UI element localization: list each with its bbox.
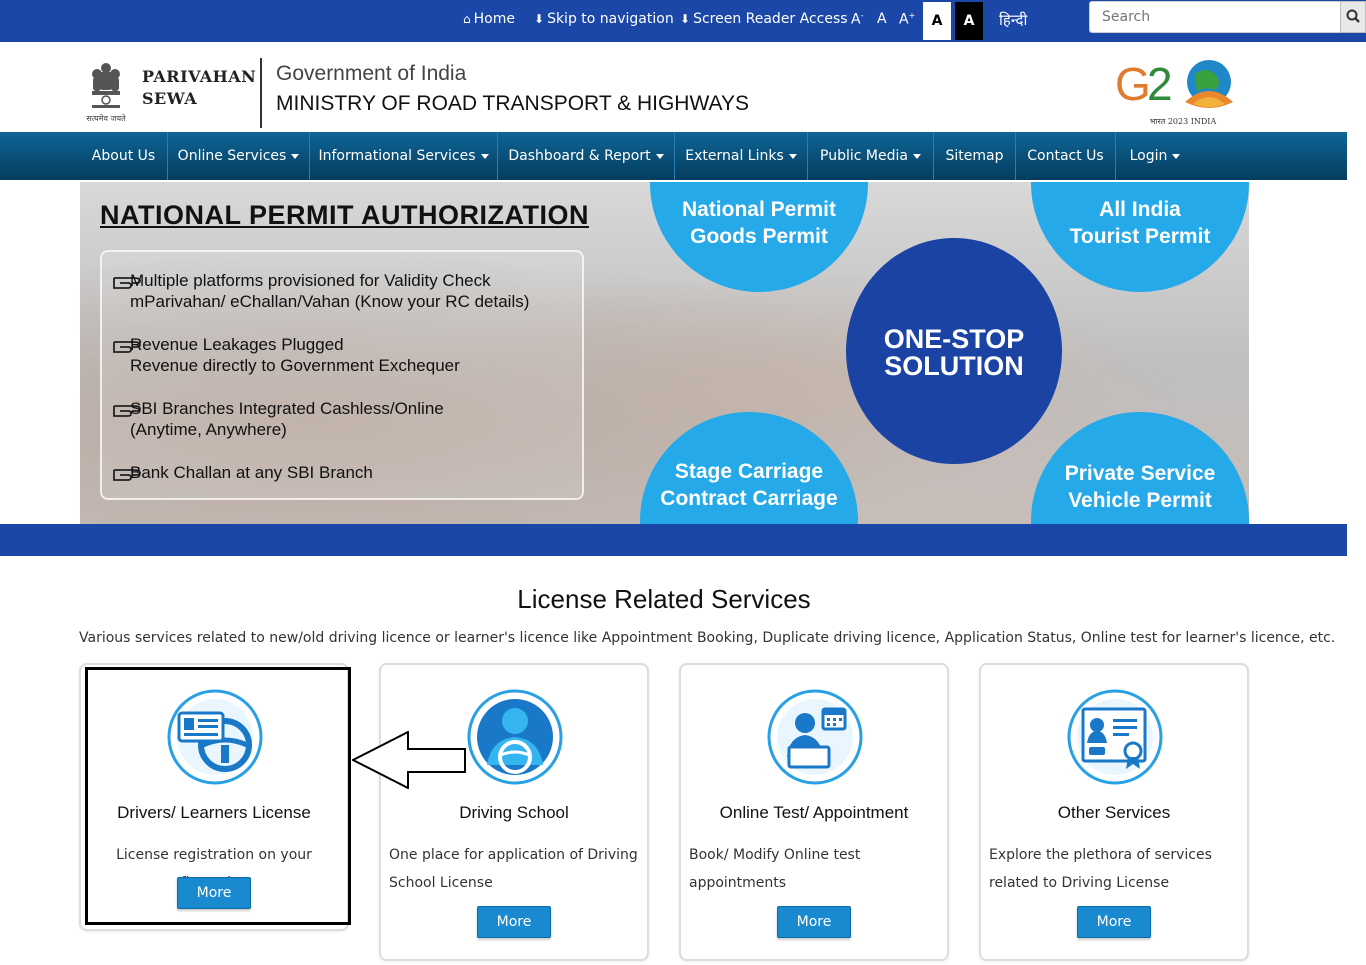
svg-text:2: 2 [1147,58,1173,110]
nav-about-us[interactable]: About Us [80,132,168,180]
caret-down-icon [912,153,921,159]
person-laptop-calendar-icon [767,689,863,785]
g20-logo: G 2 भारत 2023 INDIA [1115,58,1233,126]
banner-point: Bank Challan at any SBI Branch [130,463,373,482]
card-title: Online Test/ Appointment [719,803,909,822]
card-description: Explore the plethora of services related… [989,847,1212,891]
government-of-india-text: Government of India [276,62,467,85]
national-emblem-logo: सत्यमेव जयते [86,63,126,123]
screen-reader-access-link[interactable]: ⬇ Screen Reader Access [680,11,848,27]
banner-bottom-strip [0,524,1347,556]
caret-down-icon [480,153,489,159]
left-arrow-annotation-icon [352,731,466,789]
caret-down-icon [1172,153,1181,159]
light-theme-button[interactable]: A [923,2,951,40]
parivahan-sewa-brand[interactable]: PARIVAHAN SEWA [142,66,256,110]
nav-online-services[interactable]: Online Services [168,132,310,180]
caret-down-icon [655,153,664,159]
ministry-title: MINISTRY OF ROAD TRANSPORT & HIGHWAYS [276,92,749,115]
home-link[interactable]: ⌂ Home [463,11,515,27]
online-test-more-button[interactable]: More [777,906,851,938]
service-card-other-services: Other Services Explore the plethora of s… [979,663,1249,961]
banner-title: NATIONAL PERMIT AUTHORIZATION [100,200,589,230]
private-service-circle: Private Service Vehicle Permit [1031,412,1249,524]
nav-external-links[interactable]: External Links [675,132,808,180]
nav-login[interactable]: Login [1116,132,1194,180]
card-title: Other Services [1057,803,1171,822]
font-decrease-button[interactable]: A- [851,11,863,28]
card-description: One place for application of Driving Sch… [389,847,638,891]
service-card-driving-school: Driving School One place for application… [379,663,649,961]
hindi-language-link[interactable]: हिन्दी [999,10,1027,30]
search-button[interactable] [1340,1,1366,33]
nav-sitemap[interactable]: Sitemap [934,132,1016,180]
card-title: Driving School [459,803,569,822]
font-normal-button[interactable]: A [877,11,887,27]
nav-informational-services[interactable]: Informational Services [310,132,498,180]
svg-text:सत्यमेव जयते: सत्यमेव जयते [86,113,126,123]
banner-point: Revenue Leakages Plugged Revenue directly… [130,335,460,375]
top-utility-bar: ⌂ Home ⬇ Skip to navigation ⬇ Screen Reader… [0,0,1366,42]
arrow-down-icon: ⬇ [680,12,691,26]
caret-down-icon [788,153,797,159]
national-permit-circle: National Permit Goods Permit [650,182,868,292]
driver-steering-icon [467,689,563,785]
other-services-more-button[interactable]: More [1077,906,1151,938]
driving-school-more-button[interactable]: More [477,906,551,938]
one-stop-solution-circle: ONE-STOP SOLUTION [846,238,1062,464]
tourist-permit-circle: All India Tourist Permit [1031,182,1249,292]
section-description: Various services related to new/old driv… [79,630,1336,646]
arrow-down-icon: ⬇ [534,12,545,26]
certificate-icon [1067,689,1163,785]
skip-to-navigation-link[interactable]: ⬇ Skip to navigation [534,11,674,27]
search-icon [1346,9,1360,23]
home-icon: ⌂ [463,12,471,26]
caret-down-icon [291,153,300,159]
highlight-box [85,667,351,925]
card-description: Book/ Modify Online test appointments [689,847,861,891]
font-increase-button[interactable]: A+ [899,11,915,28]
main-navigation: About Us Online Services Informational S… [0,132,1347,180]
banner-point: Multiple platforms provisioned for Valid… [130,271,530,311]
nav-contact-us[interactable]: Contact Us [1016,132,1116,180]
hero-banner[interactable]: NATIONAL PERMIT AUTHORIZATION Multiple p… [80,182,1249,524]
nav-dashboard-report[interactable]: Dashboard & Report [498,132,675,180]
banner-points-box: Multiple platforms provisioned for Valid… [100,250,584,500]
dark-theme-button[interactable]: A [955,2,983,40]
stage-carriage-circle: Stage Carriage Contract Carriage [640,412,858,524]
banner-point: SBI Branches Integrated Cashless/Online(… [130,399,444,439]
search-input[interactable] [1089,1,1341,33]
svg-text:G: G [1115,58,1151,110]
service-card-online-test: Online Test/ Appointment Book/ Modify On… [679,663,949,961]
header-divider [260,58,262,128]
nav-public-media[interactable]: Public Media [808,132,934,180]
section-title: License Related Services [517,584,811,614]
svg-text:भारत 2023 INDIA: भारत 2023 INDIA [1150,117,1217,126]
